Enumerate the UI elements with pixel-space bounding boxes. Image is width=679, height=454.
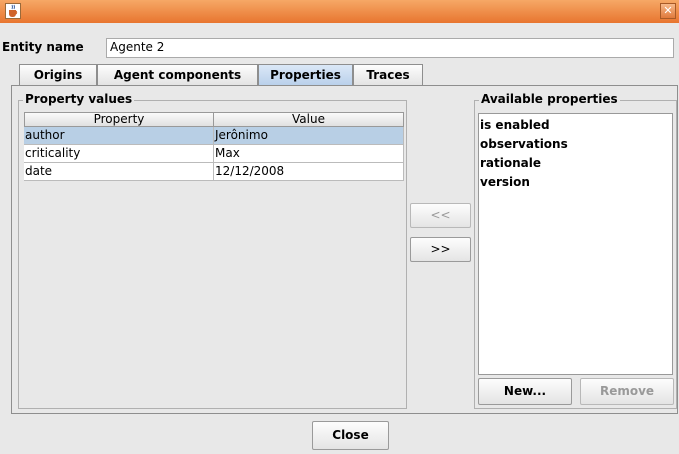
table-row[interactable]: author Jerônimo: [24, 127, 404, 145]
column-header-value[interactable]: Value: [213, 112, 404, 127]
available-properties-list[interactable]: is enabled observations rationale versio…: [478, 113, 673, 375]
list-item[interactable]: observations: [480, 135, 671, 154]
entity-name-field[interactable]: Agente 2: [106, 38, 674, 58]
close-button[interactable]: Close: [312, 421, 389, 450]
cell-property[interactable]: criticality: [24, 145, 214, 163]
list-item[interactable]: is enabled: [480, 116, 671, 135]
tab-origins[interactable]: Origins: [19, 64, 97, 85]
list-item[interactable]: rationale: [480, 154, 671, 173]
cell-value[interactable]: Jerônimo: [214, 127, 404, 145]
list-item[interactable]: version: [480, 173, 671, 192]
remove-property-button[interactable]: Remove: [580, 378, 674, 405]
entity-name-label: Entity name: [2, 40, 84, 54]
table-row[interactable]: date 12/12/2008: [24, 163, 404, 181]
column-header-property[interactable]: Property: [24, 112, 214, 127]
java-cup-icon: [5, 3, 21, 19]
close-window-button[interactable]: ✕: [660, 3, 676, 19]
tab-traces[interactable]: Traces: [353, 64, 423, 85]
window-titlebar[interactable]: ✕: [0, 0, 679, 23]
property-values-title: Property values: [23, 92, 135, 106]
cell-property[interactable]: author: [24, 127, 214, 145]
cell-property[interactable]: date: [24, 163, 214, 181]
move-left-button[interactable]: <<: [410, 203, 471, 228]
new-property-button[interactable]: New...: [478, 378, 572, 405]
move-right-button[interactable]: >>: [410, 237, 471, 262]
tab-agent-components[interactable]: Agent components: [97, 64, 258, 85]
cell-value[interactable]: 12/12/2008: [214, 163, 404, 181]
available-properties-title: Available properties: [479, 92, 620, 106]
tab-properties[interactable]: Properties: [258, 64, 353, 86]
table-row[interactable]: criticality Max: [24, 145, 404, 163]
cell-value[interactable]: Max: [214, 145, 404, 163]
